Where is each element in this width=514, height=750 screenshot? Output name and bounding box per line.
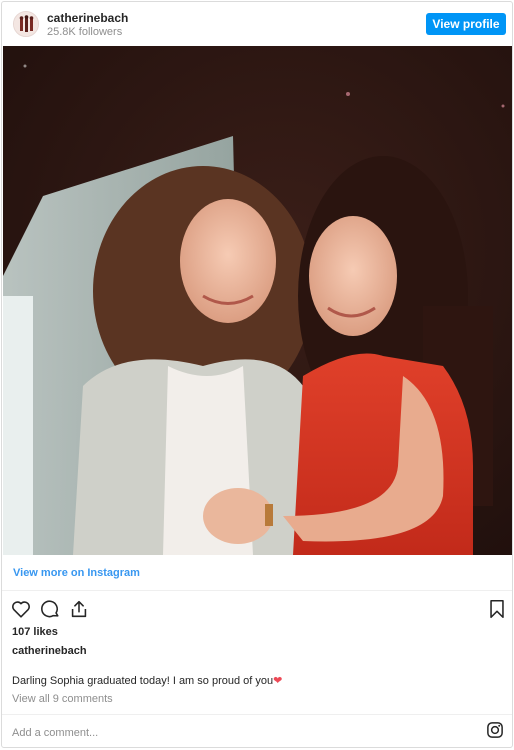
divider — [2, 590, 512, 591]
avatar[interactable] — [13, 11, 39, 37]
view-all-comments-link[interactable]: View all 9 comments — [12, 693, 113, 705]
post-header: catherinebach 25.8K followers View profi… — [2, 2, 512, 46]
view-more-on-instagram-link[interactable]: View more on Instagram — [13, 567, 140, 579]
post-photo[interactable] — [3, 46, 512, 555]
caption-text: Darling Sophia graduated today! I am so … — [12, 675, 274, 687]
instagram-embed-card: catherinebach 25.8K followers View profi… — [1, 1, 513, 748]
like-count[interactable]: 107 likes — [12, 626, 58, 638]
header-username[interactable]: catherinebach — [47, 11, 128, 25]
heart-outline-icon[interactable] — [10, 598, 32, 620]
comment-bubble-icon[interactable] — [39, 598, 61, 620]
share-icon[interactable] — [68, 598, 90, 620]
add-comment-input[interactable] — [12, 724, 452, 742]
caption: Darling Sophia graduated today! I am so … — [12, 674, 282, 687]
caption-username[interactable]: catherinebach — [12, 645, 87, 657]
view-profile-button[interactable]: View profile — [426, 13, 506, 35]
bookmark-icon[interactable] — [486, 598, 508, 620]
action-bar — [10, 598, 506, 622]
instagram-icon[interactable] — [486, 721, 504, 739]
heart-emoji: ❤ — [273, 675, 283, 687]
follower-count: 25.8K followers — [47, 26, 123, 38]
divider — [2, 714, 512, 715]
